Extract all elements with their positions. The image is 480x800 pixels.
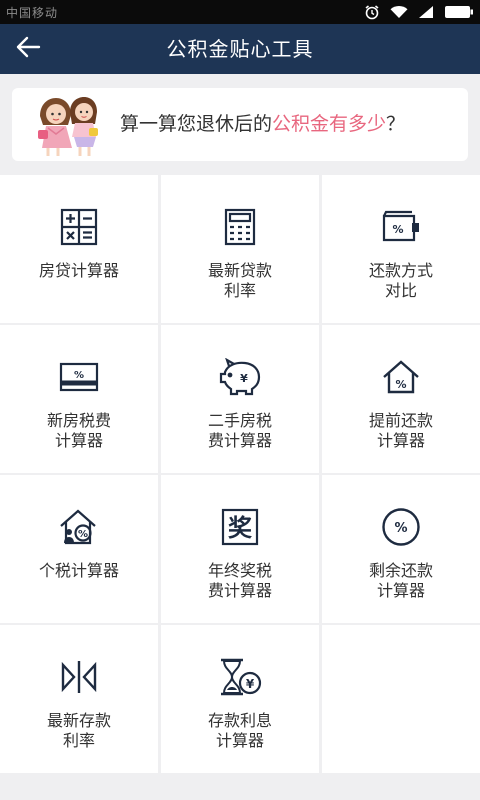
banner-text-after: ？ [386,113,406,135]
tool-label: 提前还款 计算器 [368,411,433,450]
back-button[interactable] [10,32,46,66]
tool-label: 新房税费 计算器 [46,411,111,450]
svg-text:%: % [394,521,407,536]
banner-text: 算一算您退休后的公积金有多少？ [120,88,405,161]
tool-remaining-repayment[interactable]: % 剩余还款 计算器 [322,475,480,623]
tool-label: 二手房税 费计算器 [207,411,272,450]
pension-banner[interactable]: 算一算您退休后的公积金有多少？ [12,88,468,161]
percent-house-icon: % [322,355,480,399]
signal-icon [418,5,434,19]
alarm-icon [364,4,380,20]
tool-latest-deposit-rate[interactable]: 最新存款 利率 [0,625,158,773]
back-arrow-icon [15,36,41,62]
svg-text:%: % [74,370,84,381]
hourglass-yen-icon: ¥ [161,655,319,699]
wifi-icon [390,5,408,19]
tool-label: 存款利息 计算器 [207,711,272,750]
tool-latest-loan-rate[interactable]: 最新贷款 利率 [161,175,319,323]
svg-text:奖: 奖 [228,514,253,542]
tool-second-hand-house-tax[interactable]: ¥ 二手房税 费计算器 [161,325,319,473]
app-bar: 公积金贴心工具 [0,24,480,74]
svg-text:%: % [392,223,403,236]
split-arrows-icon [0,655,158,699]
person-house-percent-icon: % [0,505,158,549]
banner-text-highlight: 公积金有多少 [272,113,387,135]
tool-mortgage-calculator[interactable]: 房贷计算器 [0,175,158,323]
tool-income-tax-calculator[interactable]: % 个税计算器 [0,475,158,623]
percent-card-icon: % [0,355,158,399]
keypad-calculator-icon [161,205,319,249]
percent-wallet-icon: % [322,205,480,249]
page-title: 公积金贴心工具 [166,37,314,61]
tool-label: 最新贷款 利率 [207,261,272,300]
svg-text:¥: ¥ [240,372,248,385]
empty-grid-cell [322,625,480,773]
carrier-name: 中国移动 [6,6,59,20]
tool-deposit-interest[interactable]: ¥ 存款利息 计算器 [161,625,319,773]
tool-label: 还款方式 对比 [368,261,433,300]
status-bar: 中国移动 [0,0,480,24]
girls-illustration [34,90,104,164]
svg-text:¥: ¥ [246,677,255,691]
calculator-icon [0,205,158,249]
tool-early-repayment[interactable]: % 提前还款 计算器 [322,325,480,473]
percent-circle-icon: % [322,505,480,549]
tool-repayment-comparison[interactable]: % 还款方式 对比 [322,175,480,323]
tool-new-house-tax[interactable]: % 新房税费 计算器 [0,325,158,473]
tool-label: 剩余还款 计算器 [368,561,433,600]
tool-label: 个税计算器 [38,561,119,580]
piggy-bank-icon: ¥ [161,355,319,399]
tool-label: 年终奖税 费计算器 [207,561,272,600]
svg-text:%: % [78,529,88,540]
tools-grid: 房贷计算器 最新贷款 利率 % 还款方式 对比 % 新房税费 计算器 ¥ 二手房… [0,175,480,775]
tool-year-end-bonus-tax[interactable]: 奖 年终奖税 费计算器 [161,475,319,623]
svg-text:%: % [395,378,406,391]
tool-label: 房贷计算器 [38,261,119,280]
bonus-character-icon: 奖 [161,505,319,549]
battery-icon [444,5,474,19]
tool-label: 最新存款 利率 [46,711,111,750]
banner-text-before: 算一算您退休后的 [120,113,273,135]
